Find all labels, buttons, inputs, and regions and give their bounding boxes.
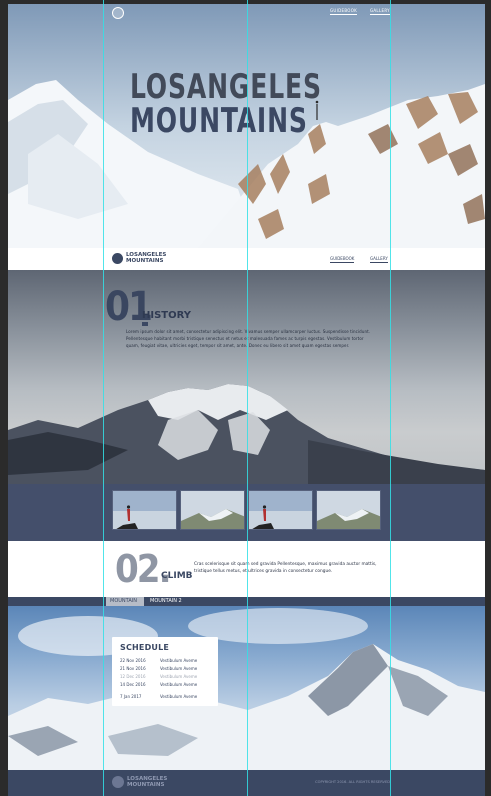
schedule-date: 7 Jan 2017 bbox=[120, 694, 142, 699]
schedule-date: 21 Nov 2016 bbox=[120, 666, 146, 671]
schedule-card: SCHEDULE 22 Nov 2016 Vestibulum Aveme 21 … bbox=[112, 637, 218, 706]
hero-title-line2: MOUNTAINS bbox=[130, 101, 308, 141]
tab-mountain-1[interactable]: MOUNTAIN 1 bbox=[106, 597, 144, 613]
schedule-date: 14 Dec 2016 bbox=[120, 682, 146, 687]
climb-paragraph: Cras scelerisque sit quam sed gravida Pe… bbox=[194, 562, 377, 574]
header-logo-text[interactable]: LOSANGELES MOUNTAINS bbox=[126, 252, 166, 264]
schedule-title: SCHEDULE bbox=[120, 643, 170, 652]
schedule-place: Vestibulum Aveme bbox=[160, 682, 198, 687]
schedule-place: Vestibulum Aveme bbox=[160, 694, 198, 699]
schedule-date: 22 Nov 2016 bbox=[120, 658, 146, 663]
tab-mountain-2[interactable]: MOUNTAIN 2 bbox=[146, 597, 190, 606]
schedule-place: Vestibulum Aveme bbox=[160, 674, 198, 679]
history-label-underline bbox=[142, 322, 148, 326]
gallery-thumb-4[interactable] bbox=[316, 490, 381, 530]
schedule-date: 12 Dec 2016 bbox=[120, 674, 146, 679]
history-paragraph: Lorem ipsum dolor sit amet, consectetur … bbox=[126, 329, 371, 348]
gallery-thumb-3[interactable] bbox=[248, 490, 313, 530]
footer-copyright: COPYRIGHT 2016. ALL RIGHTS RESERVED bbox=[315, 780, 390, 784]
header-logo-line2: MOUNTAINS bbox=[126, 258, 164, 264]
layout-guide-line bbox=[103, 0, 104, 796]
header-nav-guidebook[interactable]: GUIDEBOOK bbox=[330, 256, 355, 263]
climb-label: CLIMB bbox=[161, 571, 193, 581]
history-label: HISTORY bbox=[142, 310, 192, 321]
header-logo-icon[interactable] bbox=[112, 253, 123, 264]
footer-logo-icon[interactable] bbox=[112, 776, 124, 788]
gallery-thumb-1[interactable] bbox=[112, 490, 177, 530]
hero-title-line1: LOSANGELES bbox=[130, 67, 322, 107]
climb-number: 02. bbox=[115, 547, 172, 591]
hero-nav-guidebook[interactable]: GUIDEBOOK bbox=[330, 8, 358, 15]
hero-nav-gallery[interactable]: GALLERY bbox=[370, 8, 390, 15]
gallery-thumb-2[interactable] bbox=[180, 490, 245, 530]
schedule-place: Vestibulum Aveme bbox=[160, 666, 198, 671]
hero-logo-icon[interactable] bbox=[112, 7, 124, 19]
layout-guide-line bbox=[390, 0, 391, 796]
layout-guide-line bbox=[247, 0, 248, 796]
header-nav-gallery[interactable]: GALLERY bbox=[370, 256, 388, 263]
design-canvas: GUIDEBOOK GALLERY LOSANGELES MOUNTAINS L… bbox=[0, 0, 491, 796]
schedule-place: Vestibulum Aveme bbox=[160, 658, 198, 663]
footer-logo-line2: MOUNTAINS bbox=[127, 782, 165, 788]
footer-logo-text[interactable]: LOSANGELES MOUNTAINS bbox=[127, 776, 167, 788]
